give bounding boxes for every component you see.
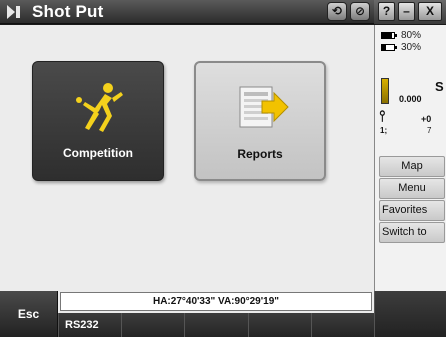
menu-button[interactable]: Menu [379, 178, 445, 199]
reports-tile[interactable]: Reports [194, 61, 326, 181]
title-bar: Shot Put ⟲ ⊘ [0, 0, 374, 24]
esc-button[interactable]: Esc [0, 291, 58, 337]
side-bottom-area [374, 291, 446, 337]
angle-readout: HA:27°40'33" VA:90°29'19" [60, 292, 372, 311]
softkey-2[interactable] [121, 313, 185, 337]
competition-tile[interactable]: Competition [32, 61, 164, 181]
back-icon[interactable]: ⟲ [327, 2, 347, 21]
softkey-rs232[interactable]: RS232 [58, 313, 122, 337]
close-button[interactable]: X [418, 2, 442, 21]
shot-put-app-icon[interactable] [4, 3, 24, 21]
measurement-value: +0 [421, 114, 432, 124]
report-export-icon [239, 86, 289, 128]
measurement-sub: 7 [427, 126, 432, 135]
favorites-button[interactable]: Favorites [379, 200, 445, 221]
minimize-button[interactable]: – [398, 2, 415, 21]
status-panel: 80% 30% S 0.000 ⫯ 1; +0 7 Map Menu Favor… [374, 25, 446, 313]
softkey-5[interactable] [310, 313, 375, 337]
prism-icon[interactable]: ⫯ [379, 109, 386, 124]
switch-to-button[interactable]: Switch to [379, 222, 445, 243]
reports-label: Reports [237, 147, 283, 161]
battery-2-icon [381, 44, 397, 51]
instrument-value: 0.000 [399, 94, 422, 104]
settings-icon[interactable]: ⊘ [350, 2, 370, 21]
shot-put-athlete-icon [76, 83, 123, 132]
map-button[interactable]: Map [379, 156, 445, 177]
main-content: Competition Reports [0, 25, 374, 313]
instrument-label: S [435, 79, 444, 94]
softkey-3[interactable] [184, 313, 248, 337]
battery-1-icon [381, 32, 397, 39]
instrument-icon[interactable] [381, 78, 389, 104]
softkey-row: RS232 [58, 313, 375, 337]
system-bar: ? – X [374, 0, 446, 24]
competition-label: Competition [63, 146, 133, 160]
help-button[interactable]: ? [378, 2, 395, 21]
battery-1-level: 80% [401, 30, 422, 41]
softkey-4[interactable] [247, 313, 311, 337]
prism-label: 1; [380, 126, 388, 135]
window-title: Shot Put [32, 2, 104, 21]
battery-2-level: 30% [401, 42, 422, 53]
